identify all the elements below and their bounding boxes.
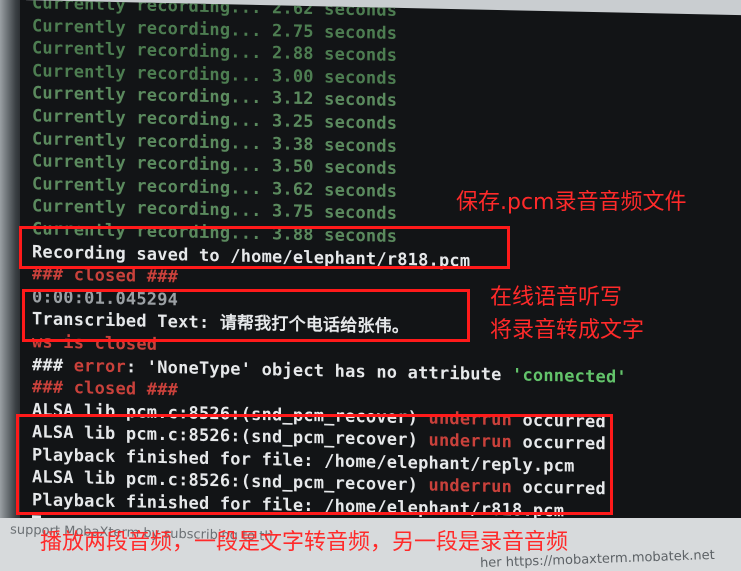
annotation-playback: 播放两段音频，一段是文字转音频，另一段是录音音频 xyxy=(40,530,569,555)
annotation-box-playback xyxy=(16,414,613,515)
error-word: error xyxy=(73,355,126,377)
error-hash: ### xyxy=(32,354,64,376)
annotation-save-pcm: 保存.pcm录音音频文件 xyxy=(456,190,687,215)
error-attribute: 'connected' xyxy=(512,364,627,388)
annotation-box-saved xyxy=(19,226,510,269)
annotation-box-transcribed xyxy=(22,289,470,342)
annotation-asr-line2: 将录音转成文字 xyxy=(490,318,645,343)
annotation-asr-line1: 在线语音听写 xyxy=(490,285,623,310)
